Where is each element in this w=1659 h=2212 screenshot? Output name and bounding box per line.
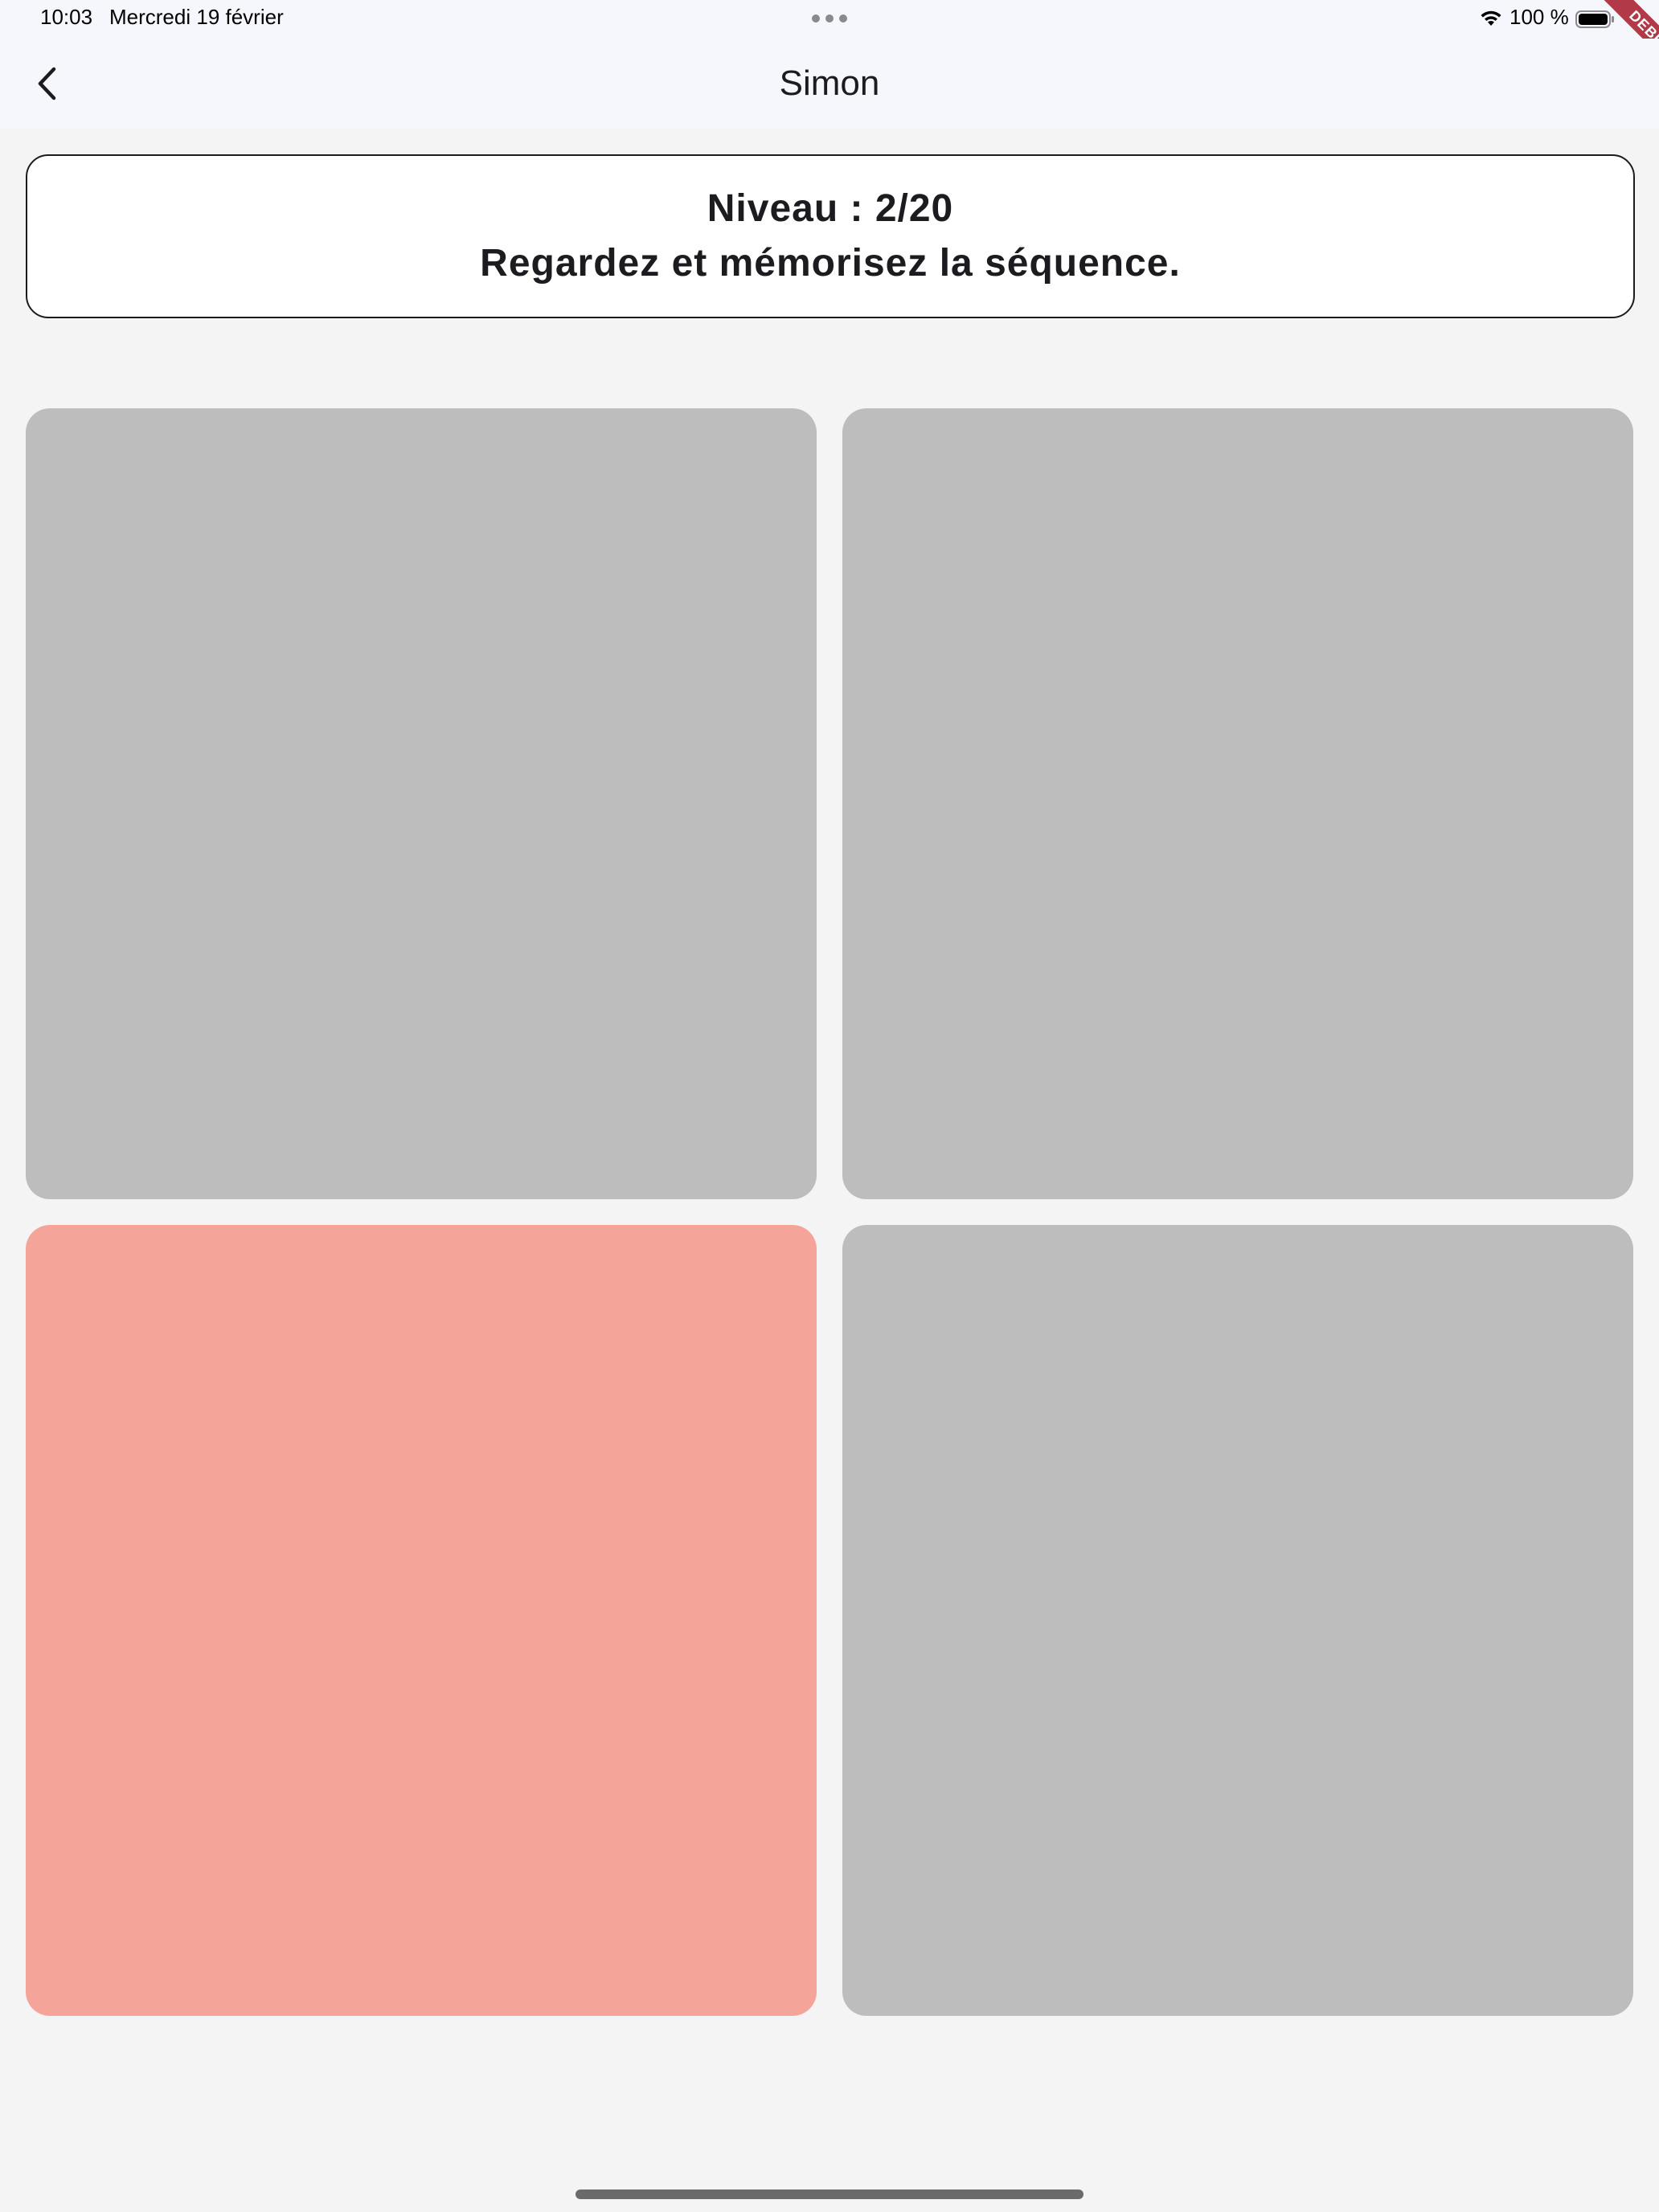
status-date: Mercredi 19 février xyxy=(109,5,284,29)
back-button[interactable] xyxy=(24,61,69,106)
wifi-icon xyxy=(1481,10,1501,26)
game-status-card: Niveau : 2/20 Regardez et mémorisez la s… xyxy=(26,154,1635,318)
level-indicator: Niveau : 2/20 xyxy=(707,187,954,230)
multitasking-dots-icon[interactable] xyxy=(812,14,847,23)
instruction-text: Regardez et mémorisez la séquence. xyxy=(480,242,1181,285)
battery-percentage: 100 % xyxy=(1509,5,1569,29)
home-indicator[interactable] xyxy=(576,2189,1083,2199)
simon-pad-bottom-left[interactable] xyxy=(26,1225,817,2016)
page-title: Simon xyxy=(779,63,880,103)
status-time: 10:03 xyxy=(40,5,93,29)
status-bar: 10:03 Mercredi 19 février 100 % xyxy=(0,0,1659,39)
chevron-left-icon xyxy=(38,67,56,100)
simon-pad-top-right[interactable] xyxy=(842,408,1633,1199)
simon-pad-bottom-right[interactable] xyxy=(842,1225,1633,2016)
navigation-bar: Simon xyxy=(0,39,1659,129)
simon-pad-top-left[interactable] xyxy=(26,408,817,1199)
